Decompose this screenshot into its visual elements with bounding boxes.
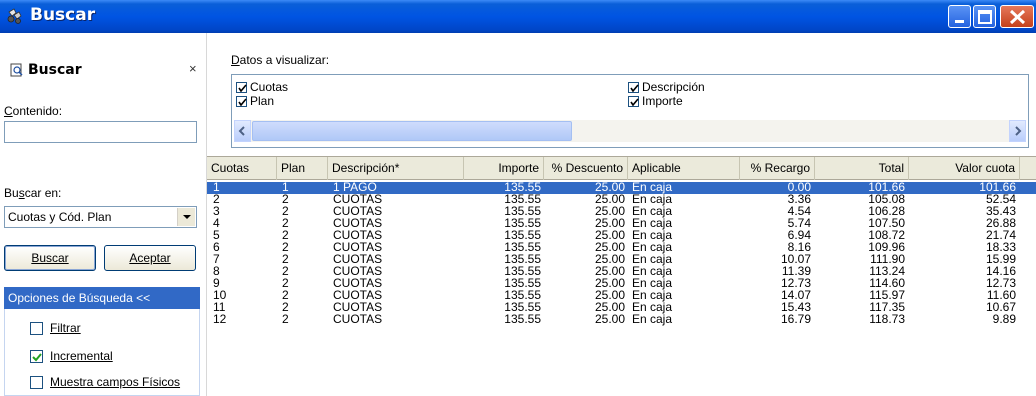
close-button[interactable] [1000, 5, 1034, 28]
checkmark-icon [32, 353, 42, 362]
table-row[interactable]: 12 2 CUOTAS 135.55 25.00 En caja 16.79 118.73 9.… [207, 312, 1036, 326]
horizontal-scrollbar[interactable] [234, 120, 1026, 142]
cell-plan: 2 [282, 312, 289, 326]
search-in-label: Buscar en: [4, 186, 62, 200]
filter-label: Filtrar [50, 321, 81, 335]
physical-fields-checkbox[interactable] [30, 376, 43, 389]
content-label-rest: ontenido: [12, 104, 63, 118]
col-header-cuotas[interactable]: Cuotas [207, 157, 277, 180]
chevron-down-icon[interactable] [177, 208, 195, 226]
display-item-plan[interactable]: Plan [236, 94, 274, 108]
search-in-select[interactable]: Cuotas y Cód. Plan [4, 206, 197, 228]
incremental-label: Incremental [50, 349, 113, 363]
display-fields-list[interactable]: Cuotas Plan Descripción Importe [231, 74, 1029, 148]
maximize-icon [978, 10, 992, 24]
search-doc-icon [10, 63, 23, 77]
search-button[interactable]: Buscar [4, 245, 96, 271]
cell-recargo: 16.79 [780, 312, 811, 326]
cell-cuotas: 12 [213, 312, 227, 326]
scroll-left-button[interactable] [234, 120, 251, 142]
window-title: Buscar [30, 5, 96, 25]
col-header-aplicable[interactable]: Aplicable [628, 157, 740, 180]
chevron-right-icon [1015, 126, 1022, 136]
minimize-button[interactable] [948, 5, 971, 28]
scroll-thumb[interactable] [252, 121, 572, 141]
check-icon [236, 96, 247, 108]
cell-importe: 135.55 [504, 312, 541, 326]
display-item-cuotas[interactable]: Cuotas [236, 80, 288, 94]
display-settings: Datos a visualizar: Cuotas Plan Descripc… [207, 33, 1036, 155]
col-header-total[interactable]: Total [815, 157, 909, 180]
title-bar[interactable]: Buscar [0, 0, 1036, 33]
display-item-descripcion[interactable]: Descripción [628, 80, 705, 94]
check-icon [628, 96, 639, 108]
maximize-button[interactable] [973, 5, 996, 28]
incremental-checkbox[interactable] [30, 350, 43, 363]
display-title: Datos a visualizar: [231, 53, 330, 67]
results-grid[interactable]: Cuotas Plan Descripción* Importe % Descu… [207, 156, 1036, 396]
cell-total: 118.73 [869, 312, 905, 326]
cell-aplicable: En caja [632, 312, 673, 326]
col-header-plan[interactable]: Plan [277, 157, 328, 180]
panel-close-icon[interactable]: × [189, 61, 197, 76]
col-header-descuento[interactable]: % Descuento [544, 157, 628, 180]
search-options-header[interactable]: Opciones de Búsqueda << [4, 287, 200, 309]
filter-checkbox[interactable] [30, 322, 43, 335]
scroll-right-button[interactable] [1009, 120, 1026, 142]
col-header-recargo[interactable]: % Recargo [740, 157, 815, 180]
content-label: Contenido: [4, 104, 63, 118]
check-icon [236, 82, 247, 94]
physical-fields-label: Muestra campos Físicos [50, 375, 181, 389]
chevron-left-icon [238, 126, 245, 136]
accept-button[interactable]: Aceptar [104, 245, 196, 271]
cell-descuento: 25.00 [594, 312, 625, 326]
col-header-descripcion[interactable]: Descripción* [328, 157, 464, 180]
display-item-importe[interactable]: Importe [628, 94, 683, 108]
minimize-icon [955, 20, 964, 23]
content-input[interactable] [4, 121, 197, 143]
binoculars-icon [7, 8, 22, 24]
cell-descripcion: CUOTAS [333, 312, 383, 326]
col-header-importe[interactable]: Importe [464, 157, 544, 180]
cell-valor-cuota: 9.89 [992, 312, 1016, 326]
grid-header: Cuotas Plan Descripción* Importe % Descu… [207, 157, 1036, 180]
search-options-body: Filtrar Incremental Muestra campos Físic… [4, 309, 200, 396]
search-panel: Buscar × Contenido: Buscar en: Cuotas y … [0, 33, 207, 396]
col-header-valor-cuota[interactable]: Valor cuota [909, 157, 1020, 180]
panel-title: Buscar [28, 62, 82, 78]
check-icon [628, 82, 639, 94]
close-icon [1009, 9, 1026, 25]
search-in-value: Cuotas y Cód. Plan [8, 210, 112, 224]
